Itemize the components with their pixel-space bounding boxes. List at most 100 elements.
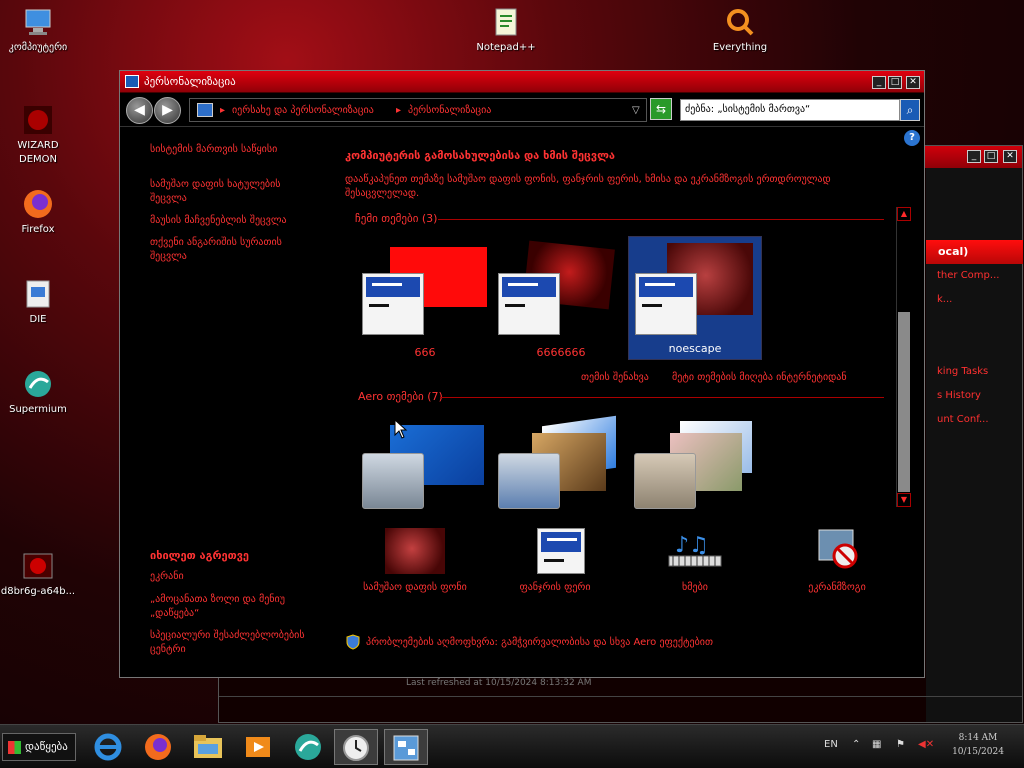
bg-maximize-button[interactable]: □ <box>984 150 998 163</box>
close-button[interactable]: ✕ <box>906 76 920 89</box>
desktop-icon-computer[interactable]: კომპიუტერი <box>0 6 76 55</box>
aero-themes-heading: Aero თემები (7) <box>358 390 443 403</box>
theme-label: 6666666 <box>536 346 586 359</box>
theme-label: noescape <box>668 342 722 355</box>
desktop-icon-label: DIE <box>29 314 47 325</box>
firefox-taskbar-icon[interactable] <box>136 729 180 765</box>
address-bar[interactable]: ▸ იერსახე და პერსონალიზაცია ▸ პერსონალიზ… <box>189 98 647 122</box>
forward-button[interactable]: ▶ <box>154 97 181 124</box>
shield-icon <box>346 634 360 650</box>
bg-sidebar-item[interactable]: s History <box>937 390 981 401</box>
desktop-icon-label: d8br6g-a64b... <box>0 586 76 597</box>
aero-theme-item[interactable] <box>630 419 764 543</box>
sounds-button[interactable]: ♪♫ ხმები <box>630 528 760 593</box>
theme-item[interactable]: 666 <box>358 239 492 363</box>
link-troubleshoot-transparency[interactable]: პრობლემების აღმოფხვრა: გამჭვირვალობისა დ… <box>366 636 713 650</box>
search-input[interactable]: ძებნა: „სისტემის მართვა“ <box>680 99 900 121</box>
notepad-icon <box>490 6 522 38</box>
personalization-window[interactable]: პერსონალიზაცია _ □ ✕ ◀ ▶ ▸ იერსახე და პე… <box>119 70 925 678</box>
bg-sidebar-item[interactable]: unt Conf... <box>937 414 989 425</box>
link-save-theme[interactable]: თემის შენახვა <box>581 371 649 385</box>
desktop-icon-everything[interactable]: Everything <box>702 6 778 55</box>
link-ease-of-access[interactable]: სპეციალური შესაძლებლობების ცენტრი <box>150 629 310 657</box>
bg-close-button[interactable]: ✕ <box>1003 150 1017 163</box>
chevron-right-icon: ▸ <box>396 105 402 116</box>
file-explorer-icon[interactable] <box>186 729 230 765</box>
link-change-desktop-icons[interactable]: სამუშაო დაფის ხატულების შეცვლა <box>150 178 310 206</box>
my-themes-heading: ჩემი თემები (3) <box>355 212 438 225</box>
bg-sidebar-item[interactable]: king Tasks <box>937 366 988 377</box>
clock[interactable]: 8:14 AM 10/15/2024 <box>938 731 1018 759</box>
desktop-icon-label: Everything <box>712 42 768 53</box>
wizard-icon <box>22 104 54 136</box>
window-color-label: ფანჯრის ფერი <box>519 582 591 593</box>
search-icon[interactable]: ⌕ <box>900 99 920 121</box>
breadcrumb-appearance[interactable]: იერსახე და პერსონალიზაცია <box>232 105 374 116</box>
maximize-button[interactable]: □ <box>888 76 902 89</box>
supermium-icon <box>22 368 54 400</box>
aero-theme-item[interactable] <box>358 419 492 543</box>
clock-app-icon[interactable] <box>334 729 378 765</box>
theme-item[interactable]: 6666666 <box>494 239 628 363</box>
desktop-icon-notepad[interactable]: Notepad++ <box>468 6 544 55</box>
desktop-icon-firefox[interactable]: Firefox <box>0 188 76 237</box>
minimize-button[interactable]: _ <box>872 76 886 89</box>
bg-sidebar-header: ocal) <box>926 240 1023 264</box>
link-change-account-picture[interactable]: თქვენი ანგარიშის სურათის შეცვლა <box>150 236 310 264</box>
computer-icon <box>22 6 54 38</box>
flag-icon[interactable]: ⚑ <box>896 739 905 750</box>
window-titlebar[interactable]: პერსონალიზაცია _ □ ✕ <box>120 71 924 93</box>
breadcrumb-personalization[interactable]: პერსონალიზაცია <box>408 105 491 116</box>
refresh-button[interactable]: ⇆ <box>650 98 672 120</box>
desktop-icon-die[interactable]: DIE <box>0 278 76 327</box>
bg-sidebar-item[interactable]: ther Comp... <box>937 270 999 281</box>
music-notes-icon: ♪♫ <box>665 528 725 574</box>
link-control-panel-home[interactable]: სისტემის მართვის საწყისი <box>150 143 300 157</box>
link-taskbar-start-menu[interactable]: „ამოცანათა ზოლი და მენიუ „დაწყება“ <box>150 593 310 621</box>
scroll-thumb[interactable] <box>898 312 910 492</box>
desktop-icon-label: WIZARD DEMON <box>17 140 59 165</box>
desktop-icon-wizard-demon[interactable]: WIZARD DEMON <box>0 104 76 167</box>
image-file-icon <box>22 550 54 582</box>
window-color-button[interactable]: ფანჯრის ფერი <box>490 528 620 593</box>
everything-icon <box>724 6 756 38</box>
theme-item-selected[interactable]: noescape <box>628 236 762 360</box>
window-icon <box>125 75 139 88</box>
desktop-background-button[interactable]: სამუშაო დაფის ფონი <box>350 528 480 593</box>
scroll-down-icon[interactable]: ▼ <box>897 493 911 507</box>
window-title: პერსონალიზაცია <box>144 75 236 88</box>
desktop-icon-image-file[interactable]: d8br6g-a64b... <box>0 550 76 599</box>
bg-sidebar-item[interactable]: k... <box>937 294 952 305</box>
volume-muted-icon[interactable]: ◀✕ <box>918 739 934 750</box>
bg-minimize-button[interactable]: _ <box>967 150 981 163</box>
desktop-icon-label: კომპიუტერი <box>8 42 68 53</box>
control-panel-taskbar-icon[interactable] <box>384 729 428 765</box>
media-player-icon[interactable] <box>236 729 280 765</box>
aero-theme-item[interactable] <box>494 415 628 543</box>
wallpaper-icon <box>385 528 445 574</box>
link-change-mouse-pointers[interactable]: მაუსის მაჩვენებლის შეცვლა <box>150 214 320 228</box>
desktop-icon-label: Firefox <box>21 224 55 235</box>
themes-scrollbar[interactable]: ▲ ▼ <box>896 207 911 507</box>
theme-label: 666 <box>414 346 436 359</box>
theme-window-preview <box>498 453 560 509</box>
back-button[interactable]: ◀ <box>126 97 153 124</box>
supermium-taskbar-icon[interactable] <box>286 729 330 765</box>
desktop-background-label: სამუშაო დაფის ფონი <box>363 582 467 593</box>
link-display[interactable]: ეკრანი <box>150 570 184 584</box>
bg-status-text: Last refreshed at 10/15/2024 8:13:32 AM <box>406 678 592 688</box>
language-indicator[interactable]: EN <box>824 739 838 750</box>
internet-explorer-icon[interactable] <box>86 729 130 765</box>
network-icon[interactable]: ▦ <box>872 739 881 750</box>
screen-saver-button[interactable]: ეკრანმზოგი <box>772 528 902 593</box>
desktop-icon-supermium[interactable]: Supermium <box>0 368 76 417</box>
chevron-down-icon[interactable]: ▽ <box>632 105 640 116</box>
start-button[interactable]: დაწყება <box>2 733 76 761</box>
see-also-heading: იხილეთ აგრეთვე <box>150 549 250 562</box>
scroll-up-icon[interactable]: ▲ <box>897 207 911 221</box>
show-hidden-icons[interactable]: ⌃ <box>852 739 860 750</box>
link-get-more-themes[interactable]: მეტი თემების მიღება ინტერნეტიდან <box>672 371 847 385</box>
desktop-icon-label: Supermium <box>9 404 67 415</box>
help-icon[interactable]: ? <box>904 130 920 146</box>
taskbar: დაწყება EN ⌃ ▦ ⚑ ◀✕ 8:14 AM 10/15/2024 <box>0 724 1024 768</box>
